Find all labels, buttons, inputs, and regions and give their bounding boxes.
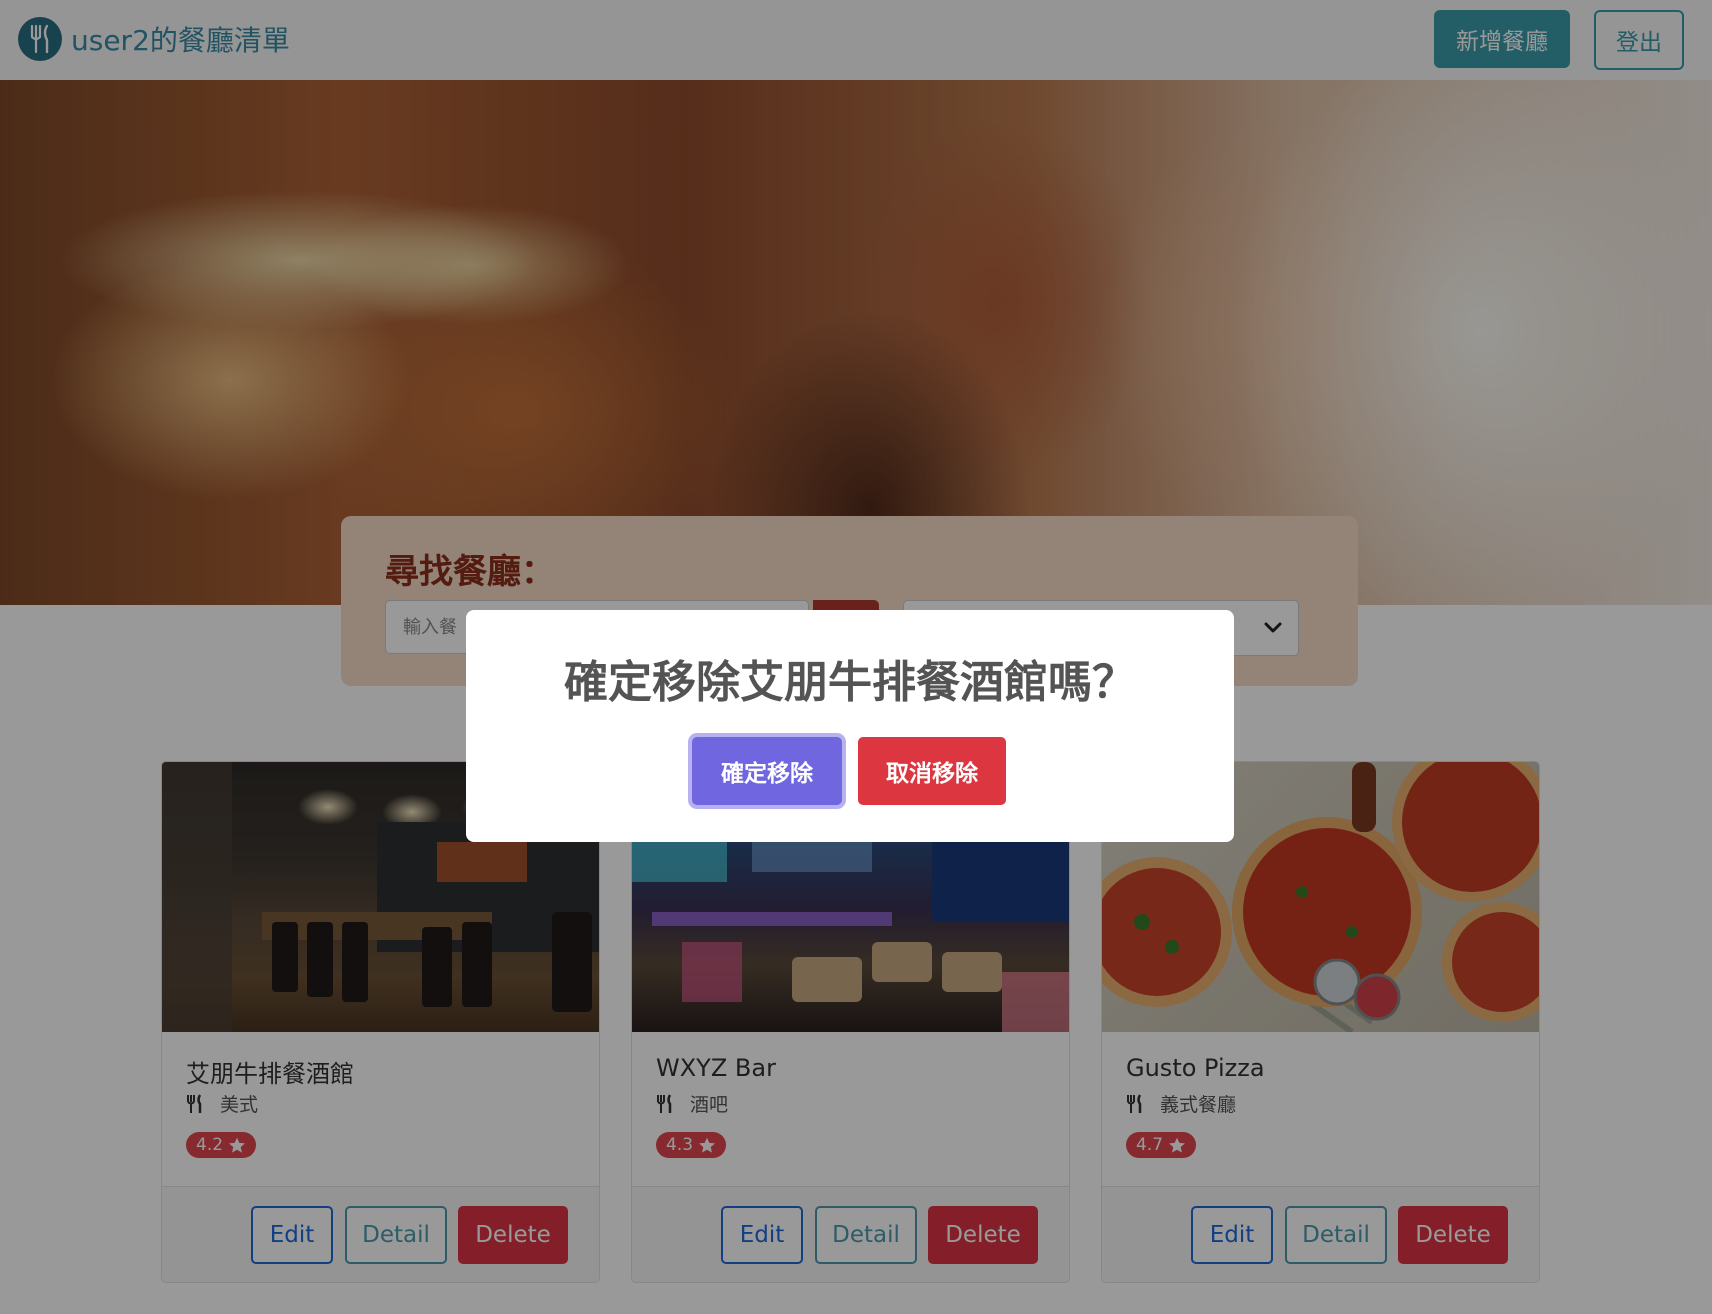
confirm-remove-button[interactable]: 確定移除 <box>692 737 842 805</box>
dialog-title: 確定移除艾朋牛排餐酒館嗎？ <box>564 657 1136 708</box>
confirm-delete-dialog: 確定移除艾朋牛排餐酒館嗎？ 確定移除 取消移除 <box>466 610 1234 842</box>
cancel-remove-button[interactable]: 取消移除 <box>858 737 1006 805</box>
